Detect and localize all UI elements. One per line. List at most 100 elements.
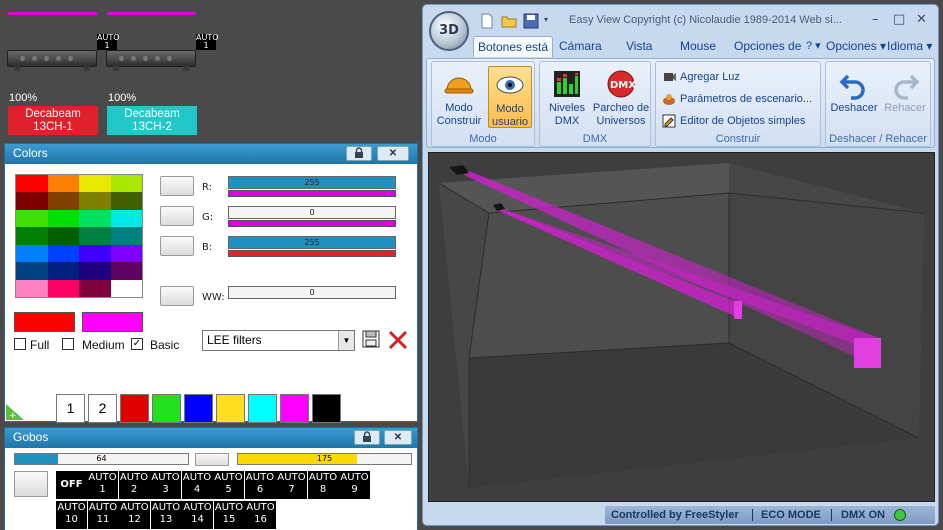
- gobo-cell[interactable]: AUTO 10: [56, 501, 87, 529]
- channel-button[interactable]: [160, 236, 194, 256]
- color-swatch[interactable]: [47, 262, 79, 280]
- channel-value-field[interactable]: 255: [228, 176, 396, 189]
- editor-objetos-button[interactable]: Editor de Objetos simples: [662, 114, 805, 128]
- parcheo-universos-button[interactable]: DMX Parcheo de Universos: [592, 68, 650, 128]
- rehacer-button[interactable]: Rehacer: [880, 68, 930, 115]
- fixture-1-image[interactable]: [7, 50, 97, 71]
- color-swatch[interactable]: [110, 262, 142, 280]
- gobo-cell[interactable]: AUTO 12: [119, 501, 150, 529]
- memory-color-button[interactable]: [216, 394, 245, 423]
- channel-button[interactable]: [160, 206, 194, 226]
- gobo-cell[interactable]: AUTO 3: [150, 471, 181, 499]
- gobo-cell[interactable]: AUTO 8: [307, 471, 339, 499]
- gobo-cell[interactable]: AUTO 14: [182, 501, 213, 529]
- app-logo[interactable]: 3D: [429, 11, 469, 51]
- tab-help[interactable]: ? ▾: [806, 36, 821, 55]
- color-swatch-grid[interactable]: [15, 174, 143, 298]
- gobo-cell[interactable]: AUTO 2: [118, 471, 150, 499]
- agregar-luz-button[interactable]: Agregar Luz: [662, 70, 740, 84]
- save-icon[interactable]: [523, 13, 539, 29]
- minimize-button[interactable]: –: [872, 12, 879, 27]
- fixture-1-label[interactable]: Decabeam 13CH-1: [8, 106, 98, 135]
- color-swatch[interactable]: [16, 192, 48, 210]
- eco-mode-text[interactable]: ECO MODE: [761, 506, 821, 524]
- gobo-cell[interactable]: AUTO 1: [87, 471, 118, 499]
- gobo-cell[interactable]: AUTO 13: [150, 501, 182, 529]
- 3d-viewport[interactable]: [428, 152, 935, 502]
- color-swatch[interactable]: [110, 279, 142, 297]
- tab-opciones-de[interactable]: Opciones de: [734, 36, 801, 56]
- close-icon[interactable]: ✕: [377, 146, 409, 161]
- channel-value-field[interactable]: 255: [228, 236, 396, 249]
- delete-icon[interactable]: [387, 329, 409, 351]
- color-swatch[interactable]: [47, 175, 79, 193]
- color-swatch[interactable]: [16, 209, 48, 228]
- color-swatch[interactable]: [110, 175, 142, 193]
- full-checkbox[interactable]: [14, 338, 26, 350]
- color-swatch[interactable]: [47, 227, 79, 245]
- new-file-icon[interactable]: [479, 13, 495, 29]
- tab-mouse[interactable]: Mouse: [680, 36, 716, 56]
- color-swatch[interactable]: [47, 279, 79, 297]
- filter-select[interactable]: LEE filters ▼: [202, 330, 355, 351]
- quick-access-chevron-icon[interactable]: ▾: [544, 15, 548, 24]
- deshacer-button[interactable]: Deshacer: [828, 68, 880, 115]
- color-swatch[interactable]: [79, 209, 111, 228]
- fixture-2-label[interactable]: Decabeam 13CH-2: [107, 106, 197, 135]
- medium-checkbox[interactable]: [62, 338, 74, 350]
- parametros-escenario-button[interactable]: Parámetros de escenario...: [662, 92, 812, 106]
- lock-icon[interactable]: [354, 430, 380, 445]
- memory-color-button[interactable]: [184, 394, 213, 423]
- gobo-slider-2[interactable]: 175: [237, 453, 412, 465]
- color-swatch[interactable]: [79, 262, 111, 280]
- gobo-cell[interactable]: AUTO 6: [244, 471, 276, 499]
- tab-idioma[interactable]: Idioma ▾: [887, 36, 932, 56]
- color-swatch[interactable]: [79, 175, 111, 193]
- memory-color-button[interactable]: 1: [56, 394, 85, 423]
- gobo-slider-1[interactable]: 64: [14, 453, 189, 465]
- open-folder-icon[interactable]: [501, 13, 517, 29]
- gobo-cell[interactable]: AUTO 16: [245, 501, 276, 529]
- color-swatch[interactable]: [16, 279, 48, 297]
- color-swatch[interactable]: [79, 279, 111, 297]
- tab-opciones[interactable]: Opciones ▾: [826, 36, 886, 56]
- color-swatch[interactable]: [47, 209, 79, 228]
- color-swatch[interactable]: [16, 244, 48, 263]
- color-swatch[interactable]: [110, 192, 142, 210]
- memory-color-button[interactable]: [120, 394, 149, 423]
- gobo-cell[interactable]: AUTO 7: [276, 471, 307, 499]
- channel-button[interactable]: [160, 176, 194, 196]
- fixture-2-image[interactable]: [106, 50, 196, 71]
- channel-value-field[interactable]: 0: [228, 206, 396, 219]
- color-swatch[interactable]: [79, 244, 111, 263]
- tab-botones[interactable]: Botones está: [473, 36, 554, 57]
- color-swatch[interactable]: [16, 262, 48, 280]
- lock-icon[interactable]: [346, 146, 372, 161]
- color-swatch[interactable]: [16, 175, 48, 193]
- tab-vista[interactable]: Vista: [626, 36, 652, 56]
- channel-value-field[interactable]: 0: [228, 286, 396, 299]
- color-swatch[interactable]: [110, 244, 142, 263]
- save-icon[interactable]: [362, 330, 380, 348]
- color-swatch[interactable]: [110, 227, 142, 245]
- gobo-off[interactable]: OFF: [56, 471, 87, 499]
- gobo-button[interactable]: [195, 453, 229, 466]
- memory-color-button[interactable]: [248, 394, 277, 423]
- color-swatch[interactable]: [79, 192, 111, 210]
- color-swatch[interactable]: [110, 209, 142, 228]
- memory-color-button[interactable]: [280, 394, 309, 423]
- tab-camara[interactable]: Cámara: [559, 36, 602, 56]
- color-swatch[interactable]: [47, 244, 79, 263]
- memory-color-button[interactable]: [152, 394, 181, 423]
- niveles-dmx-button[interactable]: Niveles DMX: [544, 68, 590, 128]
- add-icon[interactable]: +: [6, 404, 24, 421]
- gobo-cell[interactable]: AUTO 5: [213, 471, 244, 499]
- channel-button[interactable]: [160, 286, 194, 306]
- color-swatch[interactable]: [47, 192, 79, 210]
- modo-construir-button[interactable]: Modo Construir: [436, 68, 482, 128]
- color-swatch[interactable]: [16, 227, 48, 245]
- gobo-preview-button[interactable]: [14, 471, 48, 497]
- basic-checkbox[interactable]: ✓: [131, 338, 143, 350]
- memory-color-button[interactable]: [312, 394, 341, 423]
- gobo-cell[interactable]: AUTO 9: [339, 471, 370, 499]
